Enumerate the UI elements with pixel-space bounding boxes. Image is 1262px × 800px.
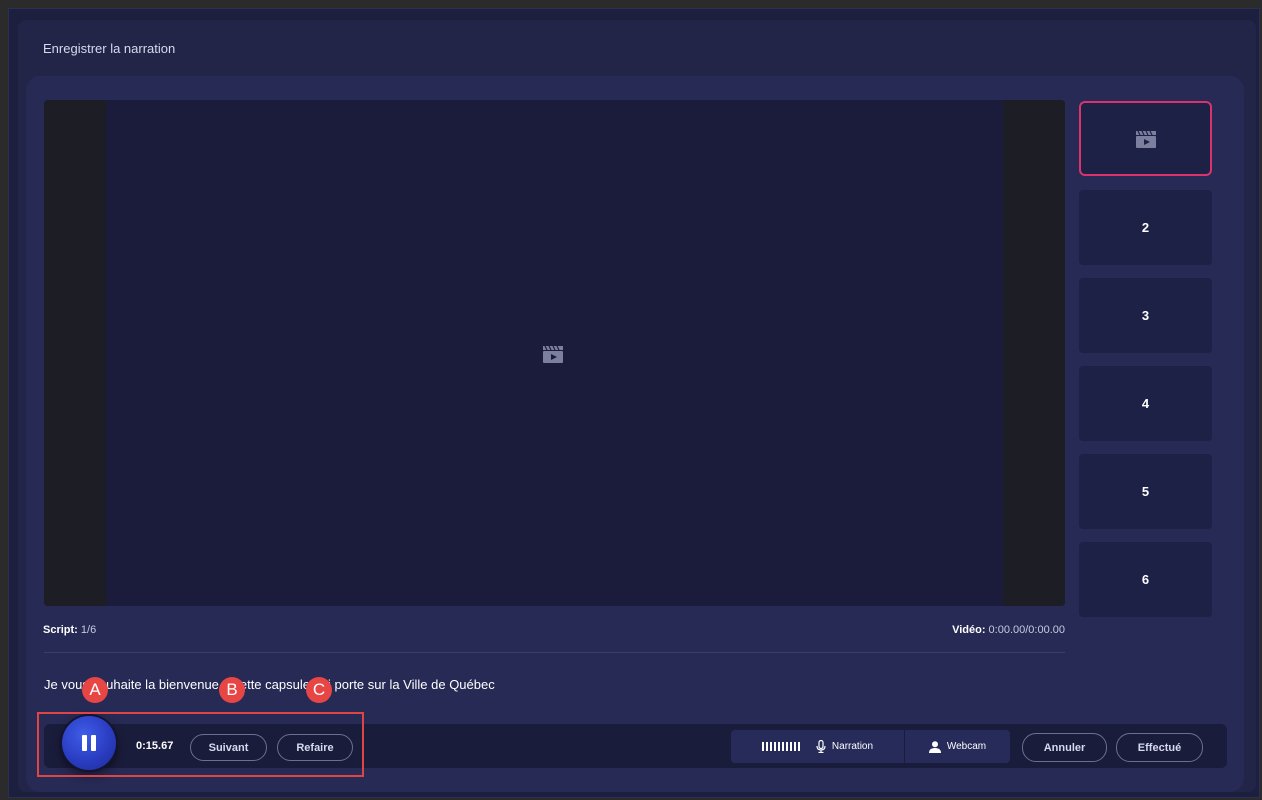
clapperboard-icon [543, 345, 563, 363]
next-button[interactable]: Suivant [190, 734, 267, 761]
annotation-marker-b: B [219, 677, 245, 703]
clapperboard-icon [1135, 130, 1156, 148]
microphone-icon [816, 740, 826, 753]
pause-icon [82, 735, 96, 751]
divider [44, 652, 1065, 653]
script-counter: Script: 1/6 [43, 624, 96, 636]
recording-timer: 0:15.67 [136, 740, 174, 752]
done-button[interactable]: Effectué [1116, 733, 1203, 762]
script-counter-key: Script: [43, 624, 78, 636]
slide-thumb-6[interactable]: 6 [1079, 542, 1212, 617]
source-toggle: Narration Webcam [731, 730, 1010, 763]
dialog-title: Enregistrer la narration [43, 41, 176, 56]
slide-thumb-5[interactable]: 5 [1079, 454, 1212, 529]
slide-thumb-1[interactable] [1079, 101, 1212, 176]
video-preview [44, 100, 1065, 606]
cancel-button[interactable]: Annuler [1022, 733, 1107, 762]
narration-toggle[interactable]: Narration [731, 730, 905, 763]
pause-button[interactable] [62, 716, 116, 770]
webcam-toggle[interactable]: Webcam [905, 730, 1010, 763]
video-duration: Vidéo: 0:00.00/0:00.00 [952, 624, 1065, 636]
video-duration-value: 0:00.00/0:00.00 [985, 624, 1065, 636]
user-icon [928, 740, 941, 753]
slide-thumb-4[interactable]: 4 [1079, 366, 1212, 441]
slide-thumb-2[interactable]: 2 [1079, 190, 1212, 265]
narration-label: Narration [831, 741, 874, 752]
letterbox-left [44, 100, 106, 606]
redo-button[interactable]: Refaire [277, 734, 353, 761]
audio-level-meter [761, 742, 800, 751]
video-duration-key: Vidéo: [952, 624, 986, 636]
script-counter-value: 1/6 [77, 624, 97, 636]
letterbox-right [1003, 100, 1065, 606]
webcam-label: Webcam [946, 741, 987, 752]
slide-thumb-3[interactable]: 3 [1079, 278, 1212, 353]
script-text: Je vous souhaite la bienvenue à cette ca… [44, 677, 495, 692]
annotation-marker-a: A [82, 677, 108, 703]
annotation-marker-c: C [306, 677, 332, 703]
